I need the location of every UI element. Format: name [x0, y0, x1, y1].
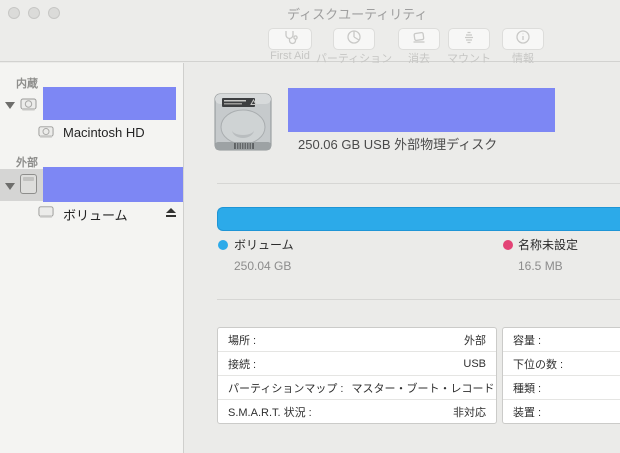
info-icon [515, 29, 531, 50]
first-aid-label: First Aid [270, 50, 310, 62]
hard-disk-icon [212, 89, 274, 160]
window-title: ディスクユーティリティ [287, 4, 428, 23]
info-row-connection: 接続 : USB [218, 352, 496, 376]
sidebar: 内蔵 Macintosh HD 外部 ボリューム [0, 63, 184, 453]
partition-icon [346, 29, 362, 50]
internal-disk-icon [20, 96, 37, 118]
info-label: 容量 : [513, 332, 541, 348]
info-value: 非対応 [453, 404, 486, 420]
info-row-partition-map: パーティションマップ : マスター・ブート・レコード [218, 376, 496, 400]
legend-size-volume: 250.04 GB [234, 259, 291, 273]
info-row-smart: S.M.A.R.T. 状況 : 非対応 [218, 400, 496, 423]
zoom-button[interactable] [48, 7, 60, 19]
legend-dot-volume [218, 240, 228, 250]
eject-icon[interactable] [165, 205, 177, 223]
minimize-button[interactable] [28, 7, 40, 19]
info-row-location: 場所 : 外部 [218, 328, 496, 352]
disclosure-triangle[interactable] [5, 102, 15, 109]
info-label: 接続 : [228, 356, 256, 372]
sidebar-item-macintosh-hd[interactable]: Macintosh HD [63, 125, 145, 140]
sidebar-item-internal-disk[interactable] [43, 87, 176, 120]
sidebar-section-external: 外部 [16, 154, 38, 170]
info-row-type: 種類 : [503, 376, 620, 400]
legend-size-untitled: 16.5 MB [518, 259, 563, 273]
sidebar-item-volume[interactable]: ボリューム [63, 205, 128, 224]
legend-dot-untitled [503, 240, 513, 250]
legend-label-untitled: 名称未設定 [518, 236, 578, 253]
mount-icon [461, 29, 477, 50]
disk-subtitle: 250.06 GB USB 外部物理ディスク [298, 134, 497, 153]
disk-utility-window: { "window": { "title": "ディスクユーティリティ" }, … [0, 0, 620, 453]
info-row-children: 下位の数 : [503, 352, 620, 376]
mount-button[interactable] [448, 28, 490, 50]
titlebar: ディスクユーティリティ First Aid パーティション 消去 [0, 0, 620, 62]
erase-icon [411, 29, 427, 50]
divider [217, 183, 620, 184]
info-row-device: 装置 : [503, 400, 620, 423]
info-label: パーティションマップ : [228, 380, 343, 396]
volume-icon [38, 204, 54, 225]
volume-icon [38, 124, 54, 145]
info-table-left: 場所 : 外部 接続 : USB パーティションマップ : マスター・ブート・レ… [217, 327, 497, 424]
erase-button[interactable] [398, 28, 440, 50]
sidebar-section-internal: 内蔵 [16, 75, 38, 91]
external-disk-icon [19, 173, 38, 200]
legend-label-volume: ボリューム [234, 236, 294, 253]
disk-name-redacted [288, 88, 555, 132]
first-aid-icon [282, 29, 298, 50]
info-value: マスター・ブート・レコード [351, 380, 494, 396]
info-label: 種類 : [513, 380, 541, 396]
close-button[interactable] [8, 7, 20, 19]
info-value: 外部 [464, 332, 486, 348]
info-label: 場所 : [228, 332, 256, 348]
info-label: S.M.A.R.T. 状況 : [228, 404, 312, 420]
info-table-right: 容量 : 下位の数 : 種類 : 装置 : [502, 327, 620, 424]
sidebar-item-external-disk[interactable] [43, 167, 183, 202]
info-button[interactable] [502, 28, 544, 50]
info-label: 下位の数 : [513, 356, 563, 372]
disclosure-triangle[interactable] [5, 183, 15, 190]
info-row-capacity: 容量 : [503, 328, 620, 352]
first-aid-button[interactable] [268, 28, 312, 50]
divider [217, 299, 620, 300]
main-panel: 250.06 GB USB 外部物理ディスク ボリューム 250.04 GB 名… [185, 63, 620, 453]
partition-button[interactable] [333, 28, 375, 50]
partition-usage-bar[interactable] [217, 207, 620, 231]
info-value: USB [463, 358, 486, 370]
info-label: 装置 : [513, 404, 541, 420]
